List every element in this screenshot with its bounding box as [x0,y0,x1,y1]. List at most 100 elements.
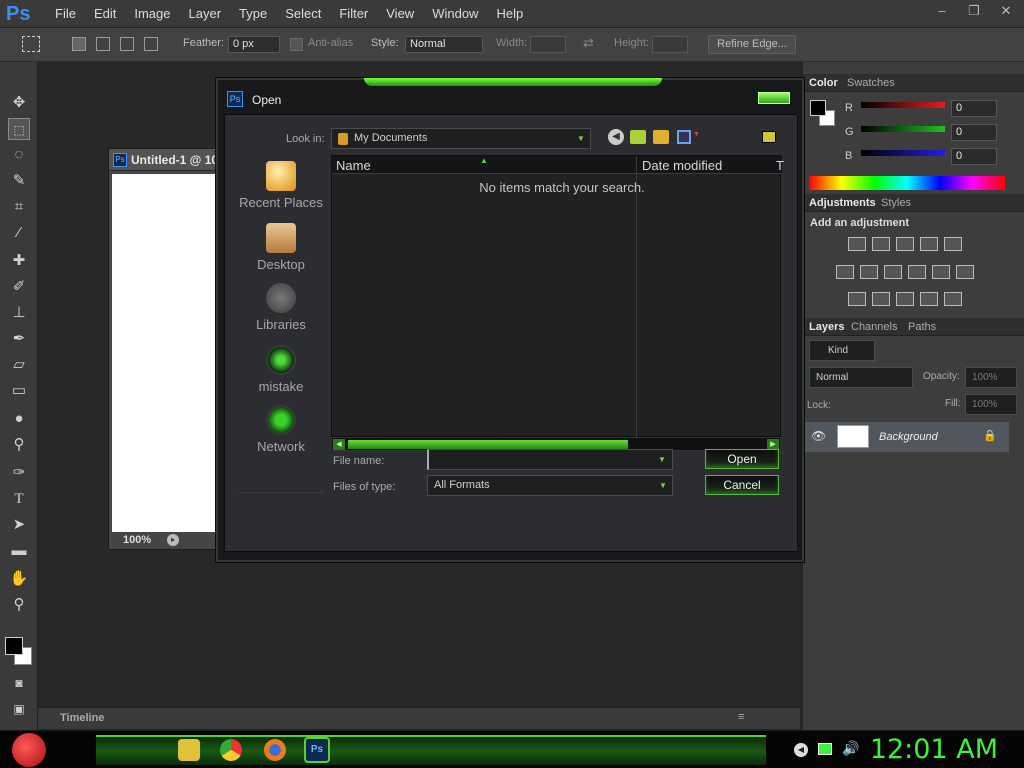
place-desktop[interactable]: Desktop [238,223,324,272]
tab-color[interactable]: Color [809,77,838,89]
history-brush-icon[interactable]: ✒ [8,328,30,350]
dropdown-red-icon[interactable]: ▼ [693,131,700,138]
tab-swatches[interactable]: Swatches [847,77,895,89]
chrome-icon[interactable] [220,739,242,761]
new-folder-icon[interactable] [653,130,669,144]
eraser-icon[interactable]: ▱ [8,354,30,376]
quick-select-icon[interactable]: ✎ [8,170,30,192]
file-list[interactable]: Name ▲ Date modified T No items match yo… [331,155,784,438]
foreground-color-swatch[interactable] [5,637,23,655]
quick-mask-icon[interactable]: ◙ [8,672,30,694]
column-name[interactable]: Name [336,158,371,173]
menu-window[interactable]: Window [423,0,487,28]
color-lookup-icon[interactable] [956,265,974,279]
shape-tool-icon[interactable]: ▬ [8,540,30,562]
type-tool-icon[interactable]: T [8,488,30,510]
look-in-select[interactable]: My Documents ▼ [331,128,591,149]
vibrance-icon[interactable] [944,237,962,251]
bw-icon[interactable] [884,265,902,279]
add-selection-icon[interactable] [96,37,110,51]
tab-paths[interactable]: Paths [908,321,936,333]
view-menu-icon[interactable] [677,130,691,144]
timeline-menu-icon[interactable]: ≡ [738,711,744,723]
gradient-icon[interactable]: ▭ [8,380,30,402]
place-network[interactable]: Network [238,405,324,454]
blur-tool-icon[interactable]: ● [8,408,30,430]
channel-mixer-icon[interactable] [932,265,950,279]
tab-adjustments[interactable]: Adjustments [809,197,876,209]
zoom-level[interactable]: 100% [123,534,151,546]
dodge-tool-icon[interactable]: ⚲ [8,434,30,456]
blue-value[interactable]: 0 [951,148,997,165]
close-icon[interactable]: ✕ [992,2,1020,20]
document-canvas[interactable] [112,174,216,532]
menu-file[interactable]: File [46,0,85,28]
explorer-icon[interactable] [178,739,200,761]
crop-tool-icon[interactable]: ⌗ [8,196,30,218]
marquee-preset-icon[interactable] [22,36,40,52]
file-type-select[interactable]: All Formats ▼ [427,475,673,496]
firefox-icon[interactable] [264,739,286,761]
exposure-icon[interactable] [920,237,938,251]
brightness-icon[interactable] [848,237,866,251]
taskbar-clock[interactable]: 12:01 AM [870,735,998,765]
column-date-modified[interactable]: Date modified [642,158,722,173]
layer-kind-filter[interactable]: Kind [809,340,875,361]
tab-channels[interactable]: Channels [851,321,897,333]
screen-mode-icon[interactable]: ▣ [8,698,30,720]
open-button[interactable]: Open [705,449,779,469]
move-tool-icon[interactable]: ✥ [8,92,30,114]
path-select-icon[interactable]: ➤ [8,514,30,536]
timeline-tab[interactable]: Timeline [60,712,104,724]
place-recent[interactable]: Recent Places [238,161,324,210]
clone-stamp-icon[interactable]: ⊥ [8,302,30,324]
tray-battery-icon[interactable] [818,743,832,755]
tab-styles[interactable]: Styles [881,197,911,209]
width-input[interactable] [530,36,566,53]
menu-type[interactable]: Type [230,0,276,28]
place-libraries[interactable]: Libraries [238,283,324,332]
pen-tool-icon[interactable]: ✑ [8,462,30,484]
color-spectrum[interactable] [809,176,1005,190]
restore-icon[interactable]: ❐ [960,2,988,20]
hue-sat-icon[interactable] [836,265,854,279]
levels-icon[interactable] [872,237,890,251]
red-slider[interactable] [861,102,945,108]
threshold-icon[interactable] [896,292,914,306]
up-folder-icon[interactable] [630,130,646,144]
photoshop-taskbar-icon[interactable]: Ps [304,737,330,763]
fill-input[interactable]: 100% [965,394,1017,415]
curves-icon[interactable] [896,237,914,251]
scroll-thumb[interactable] [348,440,628,449]
place-mistake[interactable]: mistake [238,345,324,394]
minimize-icon[interactable]: – [928,2,956,20]
start-button-icon[interactable] [12,733,46,767]
color-fg-swatch[interactable] [810,100,826,116]
file-name-input[interactable] [427,449,673,470]
antialias-checkbox[interactable] [290,38,303,51]
tab-layers[interactable]: Layers [809,321,844,333]
back-icon[interactable]: ◀ [608,129,624,145]
gradient-map-icon[interactable] [944,292,962,306]
menu-filter[interactable]: Filter [330,0,377,28]
zoom-tool-icon[interactable]: ⚲ [8,594,30,616]
blue-slider[interactable] [861,150,945,156]
hand-tool-icon[interactable]: ✋ [8,568,30,590]
dialog-close-button[interactable] [758,92,790,104]
green-value[interactable]: 0 [951,124,997,141]
feather-input[interactable]: 0 px [228,36,280,53]
visibility-eye-icon[interactable]: 👁 [811,429,826,443]
brush-tool-icon[interactable]: ✐ [8,276,30,298]
layer-row-background[interactable]: 👁 Background 🔒 [805,422,1009,452]
scroll-left-icon[interactable]: ◀ [333,439,345,450]
subtract-selection-icon[interactable] [120,37,134,51]
menu-image[interactable]: Image [125,0,179,28]
menu-help[interactable]: Help [487,0,532,28]
menu-edit[interactable]: Edit [85,0,125,28]
color-balance-icon[interactable] [860,265,878,279]
healing-brush-icon[interactable]: ✚ [8,250,30,272]
opacity-input[interactable]: 100% [965,367,1017,388]
invert-icon[interactable] [848,292,866,306]
column-type[interactable]: T [776,158,784,173]
intersect-selection-icon[interactable] [144,37,158,51]
